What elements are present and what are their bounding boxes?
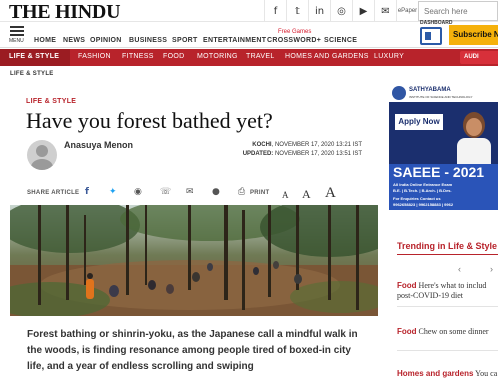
ad-header: SATHYABAMA INSTITUTE OF SCIENCE AND TECH… — [389, 84, 498, 102]
sathyabama-ad-banner[interactable]: SATHYABAMA INSTITUTE OF SCIENCE AND TECH… — [389, 84, 498, 232]
nav-item-home[interactable]: HOME — [34, 37, 56, 44]
comment-icon[interactable]: ● — [212, 187, 220, 197]
trending-item-category: Food — [397, 327, 417, 336]
dashboard-label[interactable]: DASHBOARD — [420, 20, 453, 26]
linkedin-icon[interactable]: in — [308, 0, 330, 22]
section-item-travel[interactable]: TRAVEL — [246, 53, 275, 60]
youtube-icon[interactable]: ▶ — [352, 0, 374, 22]
nav-item-science[interactable]: SCIENCE — [324, 37, 357, 44]
search-input[interactable] — [418, 1, 498, 21]
trending-item-text: You ca — [475, 369, 498, 378]
trending-title[interactable]: Trending in Life & Style — [397, 241, 497, 251]
author-name[interactable]: Anasuya Menon — [64, 140, 133, 150]
trending-item-category: Food — [397, 281, 417, 290]
share-twitter-icon[interactable]: ✦ — [109, 187, 117, 197]
print-icon[interactable]: ⎙ — [238, 187, 245, 197]
dateline-updated-label: UPDATED: — [242, 151, 274, 157]
updated-dateline: UPDATED: NOVEMBER 17, 2020 13:51 IST — [243, 151, 362, 157]
ad-line-1: All India Online Entrance Exam — [393, 182, 453, 187]
article-section-label[interactable]: LIFE & STYLE — [26, 98, 76, 105]
audio-button[interactable]: AUDI — [460, 51, 498, 64]
nav-item-entertainment[interactable]: ENTERTAINMENT — [203, 37, 266, 44]
nav-item-sport[interactable]: SPORT — [172, 37, 198, 44]
facebook-icon[interactable]: f — [264, 0, 286, 22]
ad-brand-name: SATHYABAMA — [409, 87, 451, 93]
menu-label[interactable]: MENU — [9, 38, 24, 44]
site-logo[interactable]: THE HINDU — [9, 1, 121, 24]
ad-logo-icon — [392, 86, 406, 100]
trending-item[interactable]: Food Chew on some dinner — [397, 327, 498, 337]
section-item-life-style[interactable]: LIFE & STYLE — [9, 53, 59, 60]
twitter-icon[interactable]: 𝕥 — [286, 0, 308, 22]
hamburger-menu-icon[interactable] — [10, 26, 24, 38]
share-reddit-icon[interactable]: ◉ — [134, 187, 142, 197]
trending-prev-icon[interactable]: ‹ — [458, 264, 461, 274]
nav-item-crossword[interactable]: CROSSWORD+ — [267, 37, 321, 44]
section-item-luxury[interactable]: LUXURY — [374, 53, 404, 60]
nav-item-news[interactable]: NEWS — [63, 37, 85, 44]
nav-item-business[interactable]: BUSINESS — [129, 37, 167, 44]
font-size-medium-button[interactable]: A — [302, 187, 311, 202]
share-facebook-icon[interactable]: f — [85, 187, 89, 197]
author-avatar[interactable] — [27, 140, 57, 170]
dateline-published: , NOVEMBER 17, 2020 13:21 IST — [271, 142, 362, 148]
trending-next-icon[interactable]: › — [490, 264, 493, 274]
top-bar: THE HINDU f 𝕥 in ◎ ▶ ✉ ePaper — [0, 0, 498, 24]
section-bar: LIFE & STYLE FASHION FITNESS FOOD MOTORI… — [0, 49, 498, 66]
trending-item[interactable]: Food Here's what to includ post-COVID-19… — [397, 281, 498, 301]
ad-line-3: For Enquiries Contact us — [393, 196, 441, 201]
section-item-food[interactable]: FOOD — [163, 53, 184, 60]
trending-divider — [397, 350, 498, 351]
nav-item-opinion[interactable]: OPINION — [90, 37, 122, 44]
share-email-icon[interactable]: ✉ — [186, 187, 194, 197]
share-article-label: SHARE ARTICLE — [27, 190, 80, 196]
ad-exam-title: SAEEE - 2021 — [393, 164, 485, 180]
dateline-location: KOCHI — [252, 142, 272, 148]
mail-icon[interactable]: ✉ — [374, 0, 396, 22]
font-size-large-button[interactable]: A — [325, 185, 336, 202]
share-whatsapp-icon[interactable]: ☏ — [160, 187, 171, 197]
trending-rule — [397, 254, 498, 255]
subscribe-button[interactable]: Subscribe N — [449, 25, 498, 45]
ad-footer — [389, 210, 498, 232]
section-item-motoring[interactable]: MOTORING — [197, 53, 238, 60]
free-games-label[interactable]: Free Games — [278, 29, 311, 35]
instagram-icon[interactable]: ◎ — [330, 0, 352, 22]
print-label[interactable]: PRINT — [250, 190, 270, 196]
trending-item-category: Homes and gardens — [397, 369, 474, 378]
forest-photo — [10, 205, 378, 316]
article-intro: Forest bathing or shinrin-yoku, as the J… — [27, 329, 358, 372]
ad-line-2: B.E. | B.Tech. | B.Arch. | B.Des. — [393, 188, 452, 193]
font-size-small-button[interactable]: A — [282, 190, 289, 200]
published-dateline: KOCHI, NOVEMBER 17, 2020 13:21 IST — [252, 142, 362, 148]
ad-tagline: INSTITUTE OF SCIENCE AND TECHNOLOGY — [409, 95, 473, 99]
section-item-fitness[interactable]: FITNESS — [122, 53, 154, 60]
section-item-fashion[interactable]: FASHION — [78, 53, 111, 60]
trending-item[interactable]: Homes and gardens You ca — [397, 369, 498, 379]
trending-divider — [397, 306, 498, 307]
dateline-updated: NOVEMBER 17, 2020 13:51 IST — [274, 151, 362, 157]
dashboard-icon[interactable] — [420, 27, 442, 45]
section-item-homes-gardens[interactable]: HOMES AND GARDENS — [285, 53, 369, 60]
trending-item-text: Chew on some dinner — [418, 327, 489, 336]
ad-line-4: 9962658823 | 9962158883 | 9962 — [393, 202, 454, 207]
article-title: Have you forest bathed yet? — [26, 108, 273, 133]
epaper-link[interactable]: ePaper — [396, 0, 418, 22]
breadcrumb[interactable]: LIFE & STYLE — [10, 71, 54, 77]
ad-apply-now-button[interactable]: Apply Now — [395, 114, 443, 130]
article-hero-image[interactable] — [10, 205, 378, 316]
